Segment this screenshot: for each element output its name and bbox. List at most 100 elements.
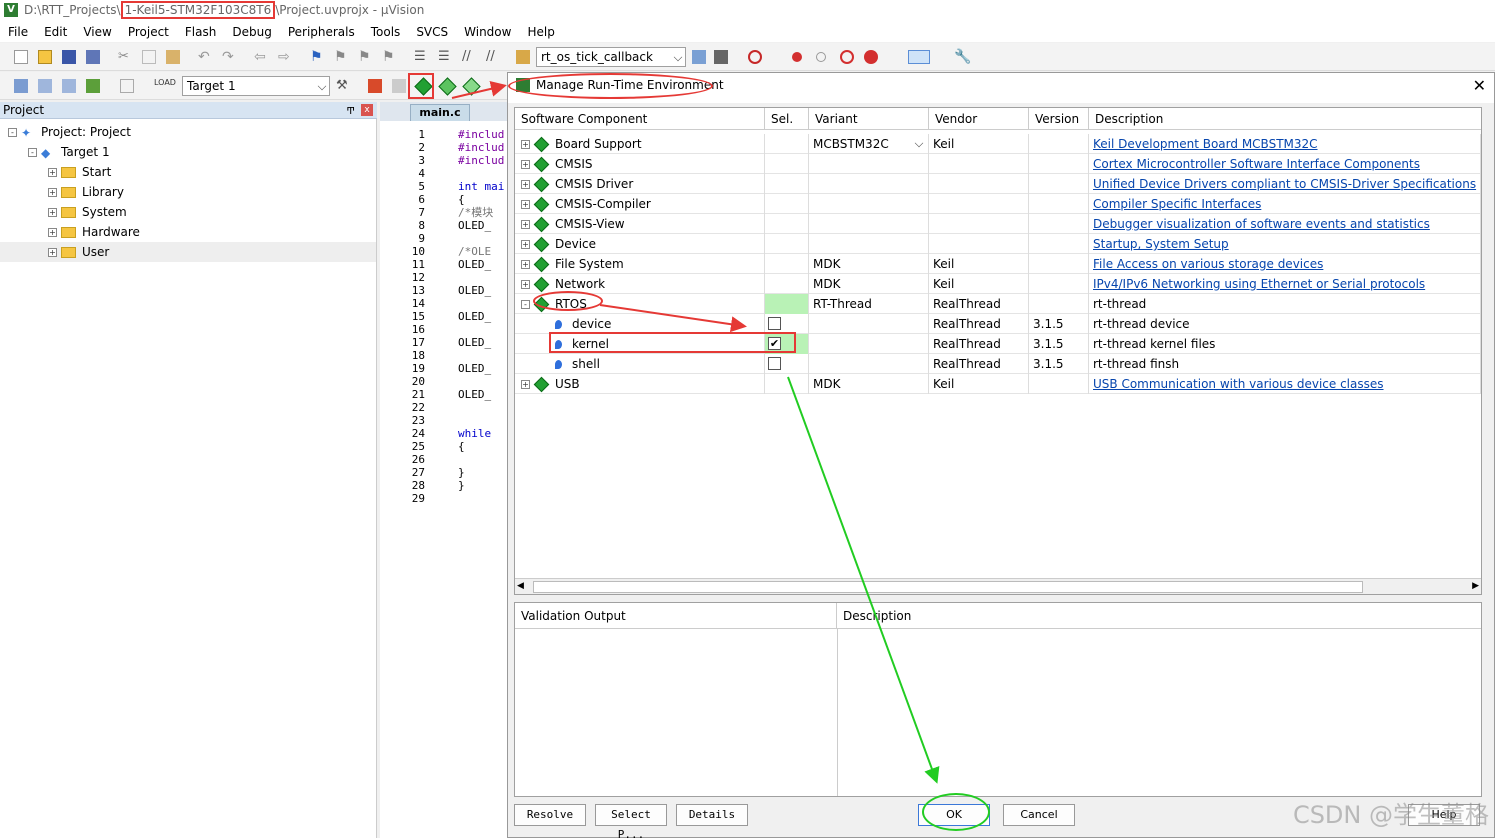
component-row-cmsis-driver[interactable]: + CMSIS Driver Unified Device Drivers comp… bbox=[515, 174, 1481, 194]
tree-item-target-1[interactable]: - ◆ Target 1 bbox=[0, 142, 376, 162]
expand-icon[interactable]: + bbox=[521, 140, 530, 149]
cut-icon[interactable]: ✂ bbox=[118, 50, 132, 64]
details-button[interactable]: Details bbox=[676, 804, 748, 826]
component-desc-cell[interactable]: Compiler Specific Interfaces bbox=[1089, 194, 1481, 214]
indent-icon[interactable]: ☰ bbox=[414, 50, 428, 64]
scroll-right-icon[interactable]: ▶ bbox=[1472, 581, 1479, 591]
nav-back-icon[interactable]: ⇦ bbox=[254, 50, 268, 64]
expand-icon[interactable]: + bbox=[48, 208, 57, 217]
build-icon[interactable] bbox=[38, 79, 52, 93]
nav-forward-icon[interactable]: ⇨ bbox=[278, 50, 292, 64]
select-checkbox[interactable] bbox=[768, 317, 781, 330]
tree-item-hardware[interactable]: + Hardware bbox=[0, 222, 376, 242]
component-row-device[interactable]: + Device Startup, System Setup bbox=[515, 234, 1481, 254]
undo-icon[interactable]: ↶ bbox=[198, 50, 212, 64]
select-cell[interactable] bbox=[765, 134, 809, 154]
col-header-component[interactable]: Software Component bbox=[515, 108, 765, 130]
col-header-description[interactable]: Description bbox=[1089, 108, 1481, 130]
expand-icon[interactable]: + bbox=[521, 380, 530, 389]
expand-icon[interactable]: + bbox=[521, 160, 530, 169]
save-icon[interactable] bbox=[62, 50, 76, 64]
menu-flash[interactable]: Flash bbox=[177, 22, 224, 42]
expand-icon[interactable]: + bbox=[521, 260, 530, 269]
start-debug-icon[interactable] bbox=[748, 50, 762, 64]
expand-icon[interactable]: + bbox=[521, 180, 530, 189]
prev-bookmark-icon[interactable]: ⚑ bbox=[334, 50, 348, 64]
component-desc-cell[interactable]: Unified Device Drivers compliant to CMSI… bbox=[1089, 174, 1481, 194]
expand-icon[interactable]: + bbox=[48, 248, 57, 257]
tree-item-user[interactable]: + User bbox=[0, 242, 376, 262]
component-row-device[interactable]: device RealThread 3.1.5 rt-thread device bbox=[515, 314, 1481, 334]
select-cell[interactable] bbox=[765, 154, 809, 174]
col-header-sel[interactable]: Sel. bbox=[765, 108, 809, 130]
kill-breakpoints-icon[interactable] bbox=[864, 50, 878, 64]
component-row-cmsis[interactable]: + CMSIS Cortex Microcontroller Software In… bbox=[515, 154, 1481, 174]
target-options-icon[interactable]: ⚒ bbox=[336, 79, 350, 93]
component-row-network[interactable]: + Network MDK Keil IPv4/IPv6 Networking usin… bbox=[515, 274, 1481, 294]
col-header-version[interactable]: Version bbox=[1029, 108, 1089, 130]
component-desc-cell[interactable]: IPv4/IPv6 Networking using Ethernet or S… bbox=[1089, 274, 1481, 294]
select-checkbox[interactable] bbox=[768, 357, 781, 370]
expand-icon[interactable]: + bbox=[48, 228, 57, 237]
col-header-variant[interactable]: Variant bbox=[809, 108, 929, 130]
close-icon[interactable]: ✕ bbox=[1473, 76, 1486, 95]
menu-tools[interactable]: Tools bbox=[363, 22, 409, 42]
paste-icon[interactable] bbox=[166, 50, 180, 64]
component-name-cell[interactable]: device bbox=[515, 314, 765, 334]
component-row-rtos[interactable]: - RTOS RT-Thread RealThread rt-thread bbox=[515, 294, 1481, 314]
incremental-find-icon[interactable] bbox=[714, 50, 728, 64]
expand-icon[interactable]: + bbox=[521, 280, 530, 289]
function-combo[interactable]: rt_os_tick_callback bbox=[536, 47, 686, 67]
component-name-cell[interactable]: + USB bbox=[515, 374, 765, 394]
component-variant-cell[interactable]: MCBSTM32C bbox=[809, 134, 929, 154]
file-extensions-icon[interactable] bbox=[368, 79, 382, 93]
stop-build-icon[interactable] bbox=[120, 79, 134, 93]
component-name-cell[interactable]: + Device bbox=[515, 234, 765, 254]
window-layout-icon[interactable] bbox=[908, 50, 930, 64]
expand-icon[interactable]: + bbox=[521, 200, 530, 209]
tab-main-c[interactable]: main.c bbox=[410, 104, 470, 121]
menu-view[interactable]: View bbox=[75, 22, 119, 42]
component-name-cell[interactable]: shell bbox=[515, 354, 765, 374]
component-desc-cell[interactable]: Keil Development Board MCBSTM32C bbox=[1089, 134, 1481, 154]
component-row-cmsis-view[interactable]: + CMSIS-View Debugger visualization of sof… bbox=[515, 214, 1481, 234]
component-row-file-system[interactable]: + File System MDK Keil File Access on variou… bbox=[515, 254, 1481, 274]
tree-item-project-project[interactable]: - ✦ Project: Project bbox=[0, 122, 376, 142]
menu-svcs[interactable]: SVCS bbox=[408, 22, 456, 42]
menu-edit[interactable]: Edit bbox=[36, 22, 75, 42]
save-all-icon[interactable] bbox=[86, 50, 100, 64]
col-header-vendor[interactable]: Vendor bbox=[929, 108, 1029, 130]
select-packs-icon[interactable] bbox=[438, 77, 457, 96]
chevron-down-icon[interactable] bbox=[914, 138, 924, 148]
select-cell[interactable] bbox=[765, 194, 809, 214]
close-icon[interactable]: x bbox=[361, 104, 373, 116]
horizontal-scrollbar[interactable]: ◀ ▶ bbox=[515, 578, 1481, 594]
component-desc-cell[interactable]: Cortex Microcontroller Software Interfac… bbox=[1089, 154, 1481, 174]
cancel-button[interactable]: Cancel bbox=[1003, 804, 1075, 826]
download-icon[interactable]: LOAD bbox=[154, 79, 176, 93]
scroll-left-icon[interactable]: ◀ bbox=[517, 581, 524, 591]
find-in-files-icon[interactable] bbox=[516, 50, 530, 64]
select-cell[interactable] bbox=[765, 294, 809, 314]
pack-installer-icon[interactable] bbox=[462, 77, 481, 96]
clear-bookmarks-icon[interactable]: ⚑ bbox=[382, 50, 396, 64]
batch-build-icon[interactable] bbox=[86, 79, 100, 93]
pin-icon[interactable]: Ͳ bbox=[346, 104, 355, 120]
select-cell[interactable] bbox=[765, 214, 809, 234]
collapse-icon[interactable]: - bbox=[8, 128, 17, 137]
copy-icon[interactable] bbox=[142, 50, 156, 64]
component-name-cell[interactable]: + CMSIS Driver bbox=[515, 174, 765, 194]
component-desc-cell[interactable]: File Access on various storage devices bbox=[1089, 254, 1481, 274]
component-row-cmsis-compiler[interactable]: + CMSIS-Compiler Compiler Specific Interfa… bbox=[515, 194, 1481, 214]
rebuild-icon[interactable] bbox=[62, 79, 76, 93]
bookmark-icon[interactable]: ⚑ bbox=[310, 50, 324, 64]
new-file-icon[interactable] bbox=[14, 50, 28, 64]
select-cell[interactable] bbox=[765, 274, 809, 294]
find-icon[interactable] bbox=[692, 50, 706, 64]
select-packs-button[interactable]: Select P... bbox=[595, 804, 667, 838]
collapse-icon[interactable]: - bbox=[521, 300, 530, 309]
component-desc-cell[interactable]: USB Communication with various device cl… bbox=[1089, 374, 1481, 394]
comment-icon[interactable]: // bbox=[462, 50, 476, 64]
target-combo[interactable]: Target 1 bbox=[182, 76, 330, 96]
disable-breakpoints-icon[interactable] bbox=[840, 50, 854, 64]
